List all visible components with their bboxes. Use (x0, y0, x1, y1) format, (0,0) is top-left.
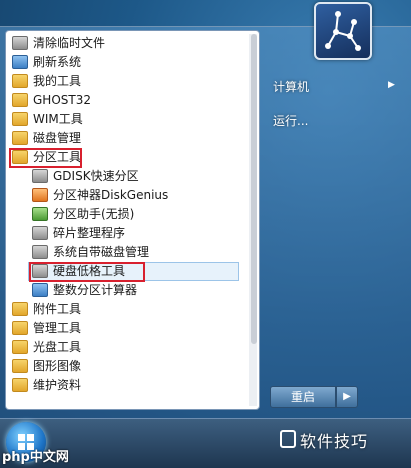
menu-folder[interactable]: 我的工具 (12, 72, 81, 91)
folder-icon (12, 73, 28, 88)
menu-folder[interactable]: GHOST32 (12, 91, 91, 110)
computer-link[interactable]: 计算机 (273, 78, 309, 95)
menu-folder[interactable]: 附件工具 (12, 300, 81, 319)
watermark-left: php中文网 (2, 450, 69, 465)
folder-icon (12, 339, 28, 354)
constellation-icon (325, 11, 361, 51)
menu-item-label: 管理工具 (33, 321, 82, 335)
menu-item-label: WIM工具 (33, 112, 83, 126)
menu-item-label: 清除临时文件 (33, 36, 106, 50)
folder-icon (12, 301, 28, 316)
scrollbar-thumb[interactable] (251, 34, 257, 344)
menu-item-label: 分区助手(无损) (53, 207, 135, 221)
menu-item-label: 维护资料 (33, 378, 82, 392)
highlight-box (9, 148, 82, 168)
run-link[interactable]: 运行... (273, 112, 308, 129)
program-icon (32, 206, 48, 221)
watermark-right: 软件技巧 (300, 432, 369, 451)
chevron-right-icon: ▶ (388, 80, 395, 90)
menu-item-label: 附件工具 (33, 302, 82, 316)
watermark-logo-icon (280, 430, 296, 448)
menu-item-label: 分区神器DiskGenius (53, 188, 169, 202)
menu-item-label: 磁盘管理 (33, 131, 82, 145)
menu-item-label: GHOST32 (33, 93, 91, 107)
menu-item[interactable]: 刷新系统 (12, 53, 81, 72)
program-icon (32, 225, 48, 240)
menu-item-label: 图形图像 (33, 359, 82, 373)
menu-item-label: GDISK快速分区 (53, 169, 139, 183)
folder-icon (12, 377, 28, 392)
menu-folder[interactable]: 磁盘管理 (12, 129, 81, 148)
menu-item[interactable]: 系统自带磁盘管理 (32, 243, 149, 262)
program-icon (32, 244, 48, 259)
menu-item[interactable]: 清除临时文件 (12, 34, 105, 53)
menu-folder[interactable]: 图形图像 (12, 357, 81, 376)
folder-icon (12, 320, 28, 335)
menu-item[interactable]: 分区助手(无损) (32, 205, 134, 224)
menu-folder[interactable]: 维护资料 (12, 376, 81, 395)
folder-icon (12, 92, 28, 107)
menu-item-label: 光盘工具 (33, 340, 82, 354)
program-icon (32, 282, 48, 297)
menu-item-label: 刷新系统 (33, 55, 82, 69)
user-picture[interactable] (314, 2, 372, 60)
menu-item-label: 系统自带磁盘管理 (53, 245, 150, 259)
menu-item-label: 碎片整理程序 (53, 226, 126, 240)
folder-icon (12, 111, 28, 126)
folder-icon (12, 358, 28, 373)
menu-item[interactable]: 碎片整理程序 (32, 224, 125, 243)
restart-options-button[interactable]: ▶ (336, 386, 358, 408)
program-icon (32, 187, 48, 202)
menu-item[interactable]: 整数分区计算器 (32, 281, 137, 300)
menu-item[interactable]: 分区神器DiskGenius (32, 186, 168, 205)
program-icon (32, 168, 48, 183)
highlight-box (29, 262, 145, 282)
menu-item-label: 我的工具 (33, 74, 82, 88)
restart-button[interactable]: 重启 (270, 386, 336, 408)
program-icon (12, 35, 28, 50)
program-icon (12, 54, 28, 69)
menu-folder[interactable]: WIM工具 (12, 110, 83, 129)
programs-list: 清除临时文件 刷新系统 我的工具 GHOST32 WIM工具 磁盘管理 分区工具 GDISK快… (5, 30, 260, 410)
menu-folder[interactable]: 光盘工具 (12, 338, 81, 357)
menu-item[interactable]: GDISK快速分区 (32, 167, 139, 186)
menu-item-label: 整数分区计算器 (53, 283, 138, 297)
menu-folder[interactable]: 管理工具 (12, 319, 81, 338)
folder-icon (12, 130, 28, 145)
